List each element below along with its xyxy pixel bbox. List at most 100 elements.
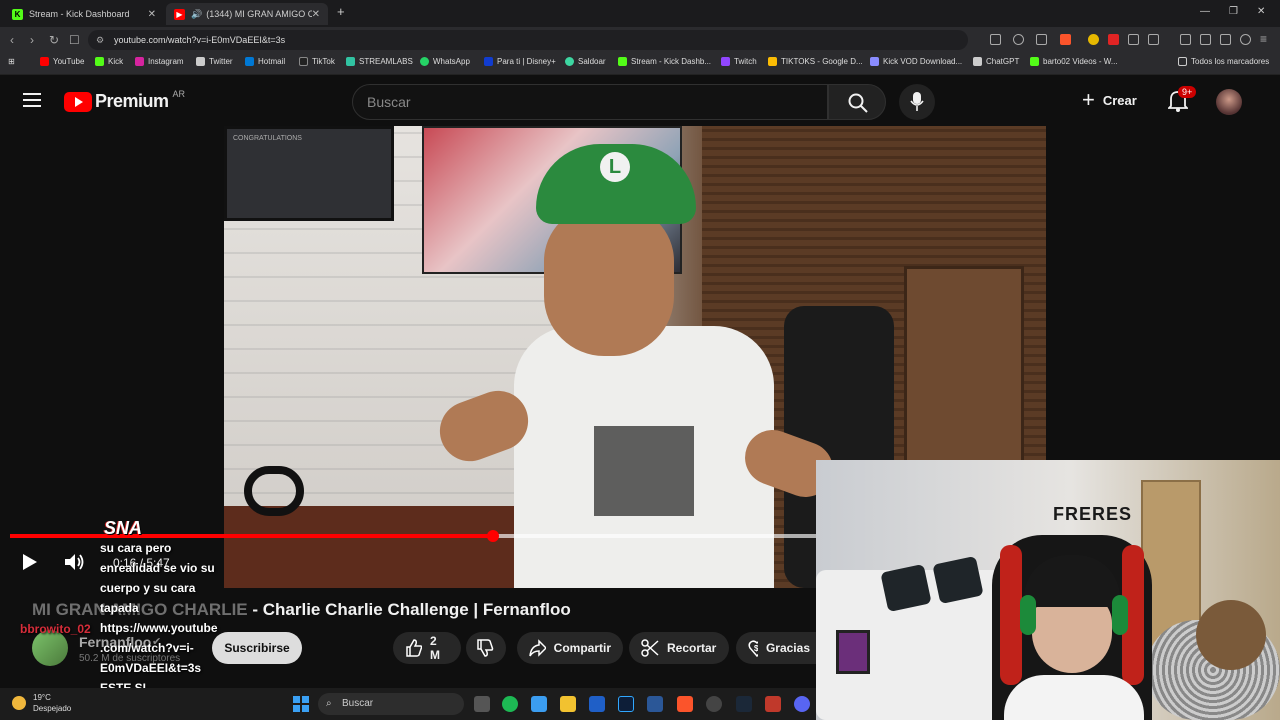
bookmark-chatgpt[interactable]: ChatGPT xyxy=(973,57,1019,66)
search-button[interactable] xyxy=(828,84,886,120)
speaker-icon[interactable]: 🔊 xyxy=(191,9,202,20)
word-icon[interactable] xyxy=(647,696,663,712)
zoom-icon[interactable] xyxy=(1013,34,1024,45)
site-info-icon[interactable]: ⚙ xyxy=(96,30,104,50)
search-input[interactable]: Buscar xyxy=(352,84,828,120)
chat-username: bbrowito_02 xyxy=(20,622,91,636)
chat-message: su cara pero enrealidad se vio su cuerpo… xyxy=(100,538,240,698)
file-explorer-icon[interactable] xyxy=(560,696,576,712)
video-person-shirt xyxy=(514,326,774,588)
task-view-icon[interactable] xyxy=(474,696,490,712)
menu-icon[interactable]: ≡ xyxy=(1260,32,1267,46)
bookmark-kick[interactable]: Kick xyxy=(95,57,123,66)
youtube-icon: ▶ xyxy=(174,8,185,20)
bookmark-kick-vod[interactable]: Kick VOD Download... xyxy=(870,57,962,66)
voice-search-button[interactable] xyxy=(899,84,935,120)
instagram-icon xyxy=(135,57,144,66)
spotify-icon[interactable] xyxy=(502,696,518,712)
tab-youtube-video[interactable]: ▶ 🔊 (1344) MI GRAN AMIGO CHA ✕ xyxy=(166,3,328,25)
bookmark-whatsapp[interactable]: WhatsApp xyxy=(420,57,470,66)
bookmark-label: Todos los marcadores xyxy=(1191,57,1270,66)
clip-button[interactable]: Recortar xyxy=(629,632,729,664)
kick-icon: K xyxy=(12,8,23,20)
new-tab-button[interactable]: + xyxy=(337,4,345,19)
share-icon[interactable] xyxy=(1036,34,1047,45)
sidebar-icon[interactable] xyxy=(1148,34,1159,45)
reload-icon[interactable]: ↻ xyxy=(49,33,59,47)
steam-icon[interactable] xyxy=(736,696,752,712)
bookmark-disney[interactable]: Para ti | Disney+ xyxy=(484,57,556,66)
extension-icon[interactable] xyxy=(1108,34,1119,45)
share-button[interactable]: Compartir xyxy=(517,632,623,664)
notepad-icon[interactable] xyxy=(531,696,547,712)
window-close-icon[interactable]: ✕ xyxy=(1257,6,1265,17)
avatar[interactable] xyxy=(1216,89,1242,115)
progress-fill xyxy=(10,534,493,538)
bookmark-label: WhatsApp xyxy=(433,57,470,66)
chat-line: E0mVDaEEI&t=3s xyxy=(100,661,202,675)
shield-icon[interactable] xyxy=(1240,34,1251,45)
tab-kick-dashboard[interactable]: K Stream - Kick Dashboard ✕ xyxy=(4,3,164,25)
bookmark-label: ChatGPT xyxy=(986,57,1020,66)
apps-icon[interactable]: ⊞ xyxy=(8,57,15,66)
discord-icon[interactable] xyxy=(794,696,810,712)
thanks-button[interactable]: $ Gracias xyxy=(736,632,822,664)
thumbs-down-icon xyxy=(477,639,494,657)
music-icon[interactable] xyxy=(1180,34,1191,45)
streamlabs-icon xyxy=(346,57,355,66)
restore-icon[interactable]: ❐ xyxy=(1229,6,1238,17)
bookmark-label: barto02 Videos - W... xyxy=(1043,57,1118,66)
brave-icon[interactable] xyxy=(677,696,693,712)
bookmark-label: Saldoar xyxy=(578,57,606,66)
photoshop-icon[interactable] xyxy=(618,696,634,712)
cast-icon[interactable] xyxy=(990,34,1001,45)
bookmark-kick-dashboard[interactable]: Stream - Kick Dashb... xyxy=(618,57,711,66)
windows-start-icon[interactable] xyxy=(293,696,309,712)
puzzle-icon[interactable] xyxy=(1128,34,1139,45)
brave-shield-icon[interactable] xyxy=(1060,34,1071,45)
obs-icon[interactable] xyxy=(706,696,722,712)
twitch-icon xyxy=(721,57,730,66)
hamburger-menu-icon[interactable] xyxy=(23,93,41,107)
forward-icon[interactable]: › xyxy=(30,33,34,47)
close-tab-icon[interactable]: ✕ xyxy=(148,9,156,20)
bookmark-label: Para ti | Disney+ xyxy=(497,57,556,66)
vegas-icon[interactable] xyxy=(589,696,605,712)
bookmark-youtube[interactable]: YouTube xyxy=(40,57,84,66)
logo-text: Premium xyxy=(95,91,169,111)
bookmark-label: Instagram xyxy=(148,57,184,66)
bookmark-label: Twitch xyxy=(734,57,757,66)
bookmark-saldoar[interactable]: Saldoar xyxy=(565,57,606,66)
back-icon[interactable]: ‹ xyxy=(10,33,14,47)
youtube-premium-logo[interactable]: Premium AR xyxy=(64,89,185,112)
bookmark-hotmail[interactable]: Hotmail xyxy=(245,57,285,66)
weather-widget[interactable]: 19°C Despejado xyxy=(33,692,71,714)
voicemeeter-icon[interactable] xyxy=(765,696,781,712)
play-icon[interactable] xyxy=(20,552,40,572)
wallet-icon[interactable] xyxy=(1200,34,1211,45)
bookmark-tiktoks-drive[interactable]: TIKTOKS - Google D... xyxy=(768,57,863,66)
extension-icon[interactable] xyxy=(1088,34,1099,45)
svg-text:$: $ xyxy=(754,644,758,653)
like-button[interactable]: 2 M xyxy=(393,632,461,664)
create-button[interactable]: + Crear xyxy=(1082,89,1137,111)
minimize-icon[interactable]: — xyxy=(1200,6,1210,17)
all-bookmarks-folder[interactable]: Todos los marcadores xyxy=(1178,57,1269,66)
bookmark-instagram[interactable]: Instagram xyxy=(135,57,184,66)
bookmark-twitch[interactable]: Twitch xyxy=(721,57,757,66)
volume-icon[interactable] xyxy=(64,552,86,572)
vpn-icon[interactable] xyxy=(1220,34,1231,45)
address-input[interactable]: ⚙ youtube.com/watch?v=i-E0mVDaEEI&t=3s xyxy=(88,30,968,50)
bookmark-icon[interactable]: ☐ xyxy=(69,33,80,47)
notifications-button[interactable]: 9+ xyxy=(1166,86,1197,117)
bookmark-label: Twitter xyxy=(209,57,233,66)
close-tab-icon[interactable]: ✕ xyxy=(312,9,320,20)
tiktok-icon xyxy=(299,57,308,66)
bookmark-tiktok[interactable]: TikTok xyxy=(299,57,335,66)
bookmark-twitter[interactable]: Twitter xyxy=(196,57,233,66)
bookmark-barto-videos[interactable]: barto02 Videos - W... xyxy=(1030,57,1118,66)
taskbar-search[interactable]: ⌕ Buscar xyxy=(318,693,464,715)
bookmark-streamlabs[interactable]: STREAMLABS xyxy=(346,57,413,66)
scrubber-handle[interactable] xyxy=(487,530,499,542)
dislike-button[interactable] xyxy=(466,632,506,664)
